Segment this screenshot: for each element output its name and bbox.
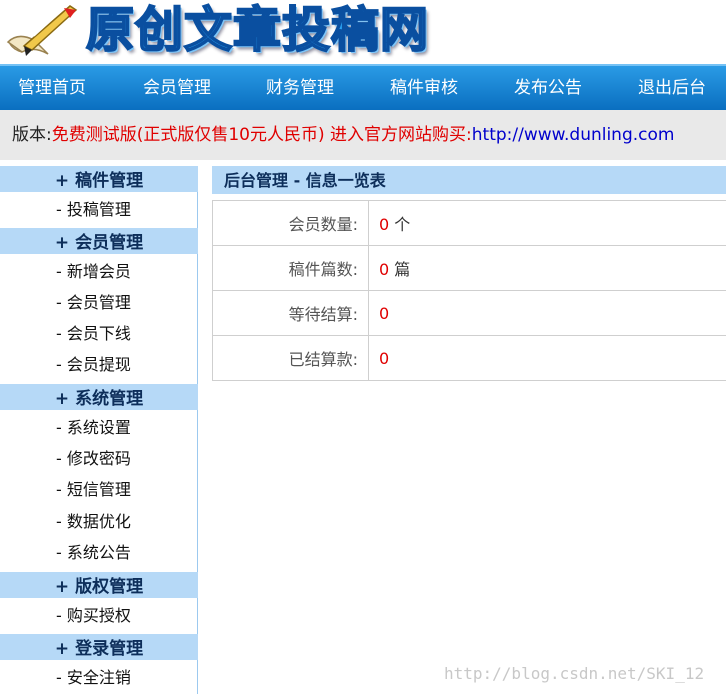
nav-manuscript-review[interactable]: 稿件审核 xyxy=(390,66,458,110)
sidebar-item-sms-management[interactable]: - 短信管理 xyxy=(56,477,131,503)
sidebar-item-member-downline[interactable]: - 会员下线 xyxy=(56,321,131,347)
row-value-cell: 0 xyxy=(368,335,726,381)
sidebar-item-data-optimization[interactable]: - 数据优化 xyxy=(56,509,131,535)
site-logo-text: 原创文章投稿网 xyxy=(85,1,430,59)
official-site-link[interactable]: http://www.dunling.com xyxy=(472,125,675,145)
sidebar-item-member-management[interactable]: - 会员管理 xyxy=(56,290,131,316)
sidebar-group-manuscripts[interactable]: + 稿件管理 xyxy=(0,166,198,192)
table-row: 稿件篇数: 0 篇 xyxy=(212,245,726,291)
row-label: 已结算款: xyxy=(212,335,369,381)
table-row: 已结算款: 0 xyxy=(212,335,726,381)
manuscript-count-value: 0 xyxy=(379,260,390,279)
site-header: 原创文章投稿网 xyxy=(0,0,726,64)
member-count-value: 0 xyxy=(379,215,390,234)
member-count-unit: 个 xyxy=(389,215,411,234)
sidebar-item-submissions[interactable]: - 投稿管理 xyxy=(56,197,131,223)
row-label: 稿件篇数: xyxy=(212,245,369,291)
nav-member-management[interactable]: 会员管理 xyxy=(143,66,211,110)
row-label: 等待结算: xyxy=(212,290,369,336)
sidebar-group-login[interactable]: + 登录管理 xyxy=(0,634,198,660)
row-label: 会员数量: xyxy=(212,200,369,246)
sidebar-item-member-withdrawal[interactable]: - 会员提现 xyxy=(56,352,131,378)
row-value-cell: 0 xyxy=(368,290,726,336)
sidebar-item-add-member[interactable]: - 新增会员 xyxy=(56,259,131,285)
page-title: 后台管理 - 信息一览表 xyxy=(212,166,726,194)
sidebar-group-system[interactable]: + 系统管理 xyxy=(0,384,198,410)
blog-watermark: http://blog.csdn.net/SKI_12 xyxy=(444,664,705,683)
sidebar: + 稿件管理 - 投稿管理 + 会员管理 - 新增会员 - 会员管理 - 会员下… xyxy=(0,166,198,694)
top-nav: 管理首页 会员管理 财务管理 稿件审核 发布公告 退出后台 xyxy=(0,64,726,110)
version-label: 版本: xyxy=(12,125,52,145)
version-bar: 版本:免费测试版(正式版仅售10元人民币) 进入官方网站购买:http://ww… xyxy=(0,110,726,160)
table-row: 会员数量: 0 个 xyxy=(212,200,726,246)
nav-home[interactable]: 管理首页 xyxy=(18,66,86,110)
sidebar-item-system-notice[interactable]: - 系统公告 xyxy=(56,540,131,566)
nav-publish-notice[interactable]: 发布公告 xyxy=(514,66,582,110)
sidebar-group-members[interactable]: + 会员管理 xyxy=(0,228,198,254)
sidebar-item-safe-logout[interactable]: - 安全注销 xyxy=(56,665,131,691)
pending-settlement-value: 0 xyxy=(379,303,390,323)
manuscript-count-unit: 篇 xyxy=(389,260,411,279)
quill-scroll-icon xyxy=(6,5,78,56)
row-value-cell: 0 个 xyxy=(368,200,726,246)
row-value-cell: 0 篇 xyxy=(368,245,726,291)
info-summary-table: 会员数量: 0 个 稿件篇数: 0 篇 等待结算: 0 已结算款: 0 xyxy=(212,200,726,381)
sidebar-group-copyright[interactable]: + 版权管理 xyxy=(0,572,198,598)
settled-amount-value: 0 xyxy=(379,348,390,368)
nav-finance-management[interactable]: 财务管理 xyxy=(266,66,334,110)
sidebar-item-system-settings[interactable]: - 系统设置 xyxy=(56,415,131,441)
nav-logout[interactable]: 退出后台 xyxy=(638,66,706,110)
table-row: 等待结算: 0 xyxy=(212,290,726,336)
sidebar-item-change-password[interactable]: - 修改密码 xyxy=(56,446,131,472)
version-edition-text: 免费测试版(正式版仅售10元人民币) 进入官方网站购买: xyxy=(51,125,472,145)
sidebar-item-buy-license[interactable]: - 购买授权 xyxy=(56,603,131,629)
